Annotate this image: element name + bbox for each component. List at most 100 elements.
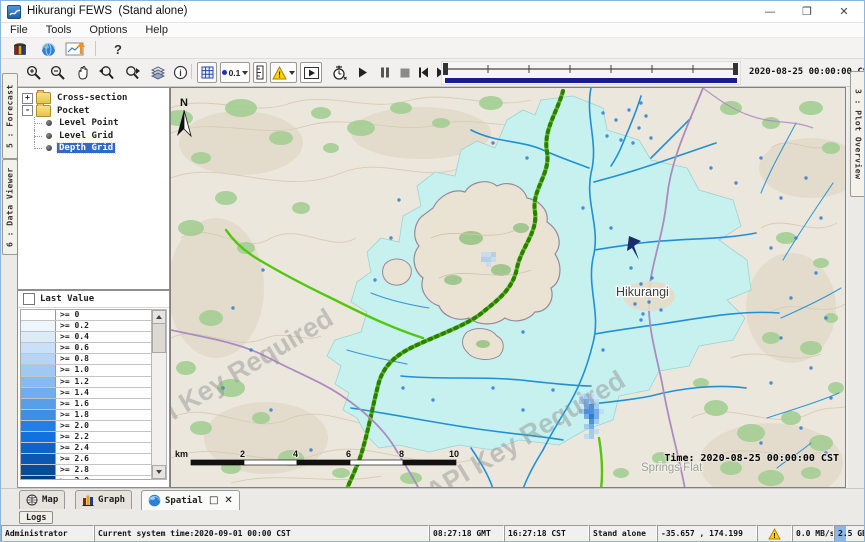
- legend-color-swatch: [21, 410, 56, 420]
- tab-plot-overview[interactable]: 3 : Plot Overview: [850, 71, 865, 197]
- status-local-time: 16:27:18 CST: [504, 525, 589, 542]
- legend-row-label: >= 1.4: [56, 388, 151, 398]
- animation-clock-icon[interactable]: [329, 62, 349, 83]
- pause-button[interactable]: [377, 62, 393, 83]
- tree-node-label[interactable]: Level Point: [57, 118, 121, 128]
- legend-row-label: >= 2.0: [56, 421, 151, 431]
- scrollbar-thumb[interactable]: [152, 323, 166, 353]
- tab-spatial-active[interactable]: Spatial □ ✕: [141, 490, 240, 510]
- status-throughput: 0.0 MB/s: [792, 525, 834, 542]
- thresholds-warning-dropdown[interactable]: !: [270, 62, 297, 83]
- zoom-in-icon[interactable]: [23, 62, 45, 83]
- close-button[interactable]: ✕: [828, 1, 860, 22]
- legend-row: >= 0.8: [21, 354, 151, 365]
- globe-wireframe-icon: [26, 494, 38, 506]
- threshold-value: 0.1: [229, 68, 241, 78]
- legend-row: >= 1.6: [21, 399, 151, 410]
- tab-map[interactable]: Map: [19, 490, 65, 509]
- legend-row: >= 2.8: [21, 465, 151, 476]
- menu-file[interactable]: File: [1, 24, 37, 36]
- legend-row: >= 2.2: [21, 432, 151, 443]
- map-display-icon[interactable]: [37, 40, 59, 58]
- title-bar[interactable]: Hikurangi FEWS (Stand alone) — ❐ ✕: [1, 1, 864, 23]
- scroll-up-icon[interactable]: [152, 310, 166, 324]
- tab-label: Graph: [98, 495, 125, 505]
- zoom-next-icon[interactable]: [121, 62, 143, 83]
- legend-row-label: >= 2.4: [56, 443, 151, 453]
- status-warning-icon[interactable]: !: [757, 525, 792, 542]
- right-tab-strip: 3 : Plot Overview: [848, 87, 865, 488]
- zoom-previous-icon[interactable]: [95, 62, 117, 83]
- legend-color-swatch: [21, 354, 56, 364]
- legend-row: >= 0.6: [21, 343, 151, 354]
- minimize-button[interactable]: —: [754, 1, 786, 22]
- tree-node-label[interactable]: Pocket: [55, 106, 92, 116]
- tree-node-label[interactable]: Level Grid: [57, 131, 115, 141]
- last-value-row: Last Value: [18, 291, 169, 308]
- svg-text:2: 2: [240, 449, 245, 459]
- logs-button[interactable]: Logs: [19, 511, 53, 524]
- legend-row-label: >= 2.8: [56, 465, 151, 475]
- tree-node-pocket[interactable]: - Pocket: [18, 105, 169, 118]
- legend-row: >= 2.4: [21, 443, 151, 454]
- map-view[interactable]: API Key Required API Key Required Hikura…: [170, 87, 846, 488]
- menu-options[interactable]: Options: [80, 24, 136, 36]
- layers-icon[interactable]: [147, 62, 169, 83]
- slider-handle-right: [733, 63, 738, 75]
- tab-data-viewer[interactable]: 6 : Data Viewer: [2, 159, 18, 255]
- time-slider[interactable]: [441, 61, 741, 85]
- scale-ruler-button[interactable]: [253, 62, 267, 83]
- menu-tools[interactable]: Tools: [37, 24, 81, 36]
- legend-row-label: >= 1.6: [56, 399, 151, 409]
- help-button[interactable]: ?: [107, 40, 129, 58]
- tab-graph[interactable]: Graph: [75, 490, 132, 509]
- tree-node-label[interactable]: Cross-section: [55, 93, 129, 103]
- svg-text:km: km: [175, 449, 188, 459]
- last-value-checkbox[interactable]: [23, 293, 35, 305]
- expand-icon[interactable]: +: [22, 93, 33, 104]
- collapse-icon[interactable]: -: [22, 105, 33, 116]
- legend-scrollbar[interactable]: [151, 309, 167, 480]
- stop-button[interactable]: [397, 62, 413, 83]
- animation-panel-button[interactable]: [300, 62, 322, 83]
- step-back-button[interactable]: [415, 62, 431, 83]
- legend-color-swatch: [21, 321, 56, 331]
- scroll-down-icon[interactable]: [152, 465, 166, 479]
- maximize-button[interactable]: ❐: [791, 1, 823, 22]
- timeseries-chart-icon[interactable]: [63, 40, 89, 58]
- tree-node-label-selected[interactable]: Depth Grid: [57, 143, 115, 153]
- status-memory[interactable]: 2.5 GB: [834, 525, 865, 542]
- info-icon[interactable]: i: [169, 62, 191, 83]
- play-button[interactable]: [355, 62, 371, 83]
- legend-panel: Last Value >= 0>= 0.2>= 0.4>= 0.6>= 0.8>…: [17, 290, 170, 488]
- tab-forecast[interactable]: 5 : Forecast: [2, 73, 18, 159]
- legend-color-swatch: [21, 443, 56, 453]
- pan-hand-icon[interactable]: [71, 62, 93, 83]
- legend-row: >= 1.8: [21, 410, 151, 421]
- svg-text:N: N: [180, 97, 188, 109]
- main-toolbar: [1, 38, 864, 59]
- tree-node-depth-grid[interactable]: Depth Grid: [18, 142, 169, 155]
- town-label: Hikurangi: [616, 285, 669, 299]
- legend-row-label: >= 1.8: [56, 410, 151, 420]
- menu-help[interactable]: Help: [136, 24, 177, 36]
- status-system-time: Current system time:2020-09-01 00:00 CST: [94, 525, 429, 542]
- zoom-out-icon[interactable]: [47, 62, 69, 83]
- tree-node-level-grid[interactable]: Level Grid: [18, 130, 169, 143]
- legend-color-swatch: [21, 332, 56, 342]
- legend-row: >= 0.4: [21, 332, 151, 343]
- legend-color-swatch: [21, 476, 56, 480]
- legend-row: >= 0: [21, 310, 151, 321]
- legend-color-swatch: [21, 454, 56, 464]
- tree-node-level-point[interactable]: Level Point: [18, 117, 169, 130]
- database-viewer-icon[interactable]: [9, 40, 31, 58]
- legend-row: >= 0.2: [21, 321, 151, 332]
- legend-color-swatch: [21, 399, 56, 409]
- tab-maximize-icon[interactable]: □: [209, 495, 218, 506]
- threshold-dropdown[interactable]: 0.1: [220, 62, 250, 83]
- chevron-down-icon: [242, 71, 248, 75]
- legend-row-label: >= 1.0: [56, 365, 151, 375]
- tab-close-icon[interactable]: ✕: [224, 495, 232, 506]
- slider-handle-left: [443, 63, 448, 75]
- grid-display-button[interactable]: [197, 62, 217, 83]
